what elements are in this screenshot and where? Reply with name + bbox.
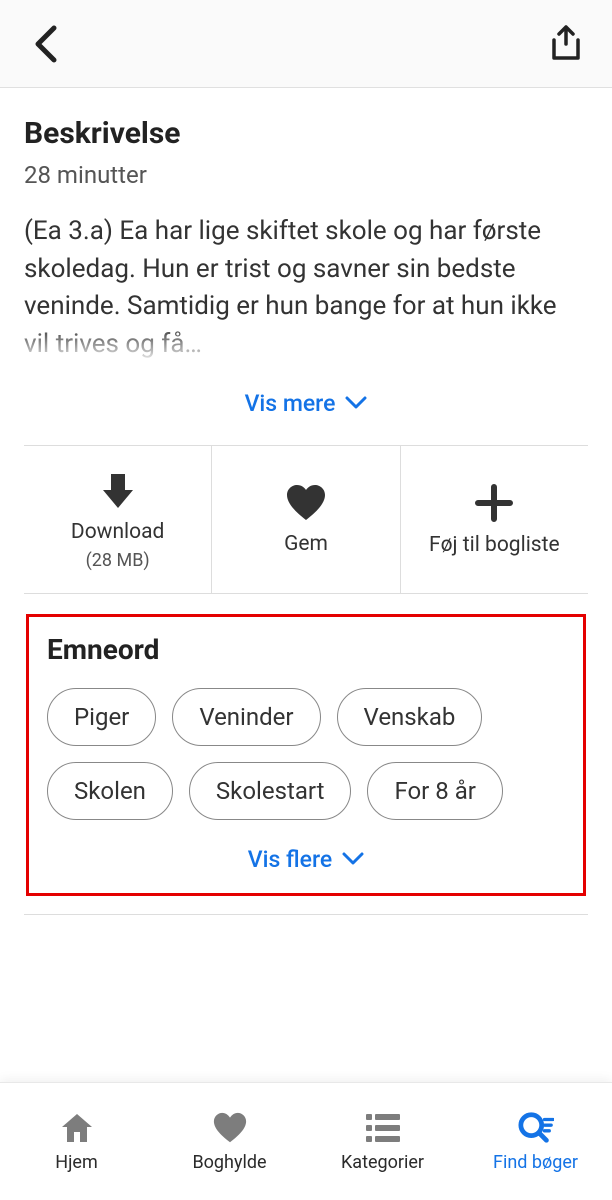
heart-icon bbox=[285, 484, 327, 522]
download-label: Download bbox=[71, 520, 165, 544]
tags-list: Piger Veninder Venskab Skolen Skolestart… bbox=[43, 688, 569, 820]
actions-row: Download (28 MB) Gem Føj til bogliste bbox=[24, 445, 588, 594]
duration-label: 28 minutter bbox=[24, 161, 588, 189]
description-title: Beskrivelse bbox=[24, 116, 588, 151]
back-button[interactable] bbox=[22, 20, 70, 68]
separator bbox=[24, 914, 588, 915]
save-button[interactable]: Gem bbox=[212, 446, 400, 593]
chevron-down-icon bbox=[345, 396, 367, 410]
show-more-tags-label: Vis flere bbox=[248, 846, 332, 873]
top-bar bbox=[0, 0, 612, 88]
tag-chip[interactable]: Piger bbox=[47, 688, 156, 746]
tags-section: Emneord Piger Veninder Venskab Skolen Sk… bbox=[26, 614, 586, 896]
nav-find-books-label: Find bøger bbox=[493, 1152, 578, 1173]
bottom-nav: Hjem Boghylde Kategorier Find bøger bbox=[0, 1082, 612, 1200]
share-button[interactable] bbox=[542, 20, 590, 68]
chevron-left-icon bbox=[32, 24, 60, 64]
save-label: Gem bbox=[284, 532, 328, 556]
tag-chip[interactable]: Veninder bbox=[172, 688, 320, 746]
list-icon bbox=[366, 1114, 400, 1142]
tags-title: Emneord bbox=[47, 633, 569, 666]
nav-shelf[interactable]: Boghylde bbox=[153, 1083, 306, 1200]
nav-home[interactable]: Hjem bbox=[0, 1083, 153, 1200]
chevron-down-icon bbox=[342, 852, 364, 866]
nav-categories-label: Kategorier bbox=[341, 1152, 424, 1173]
home-icon bbox=[60, 1112, 94, 1144]
show-more-description-button[interactable]: Vis mere bbox=[24, 390, 588, 417]
show-more-tags-button[interactable]: Vis flere bbox=[43, 846, 569, 873]
download-icon bbox=[99, 470, 137, 510]
content-area: Beskrivelse 28 minutter (Ea 3.a) Ea har … bbox=[0, 88, 612, 896]
nav-home-label: Hjem bbox=[55, 1152, 97, 1173]
plus-icon bbox=[474, 483, 514, 523]
add-to-list-label: Føj til bogliste bbox=[429, 533, 560, 557]
tag-chip[interactable]: Skolestart bbox=[189, 762, 352, 820]
nav-find-books[interactable]: Find bøger bbox=[459, 1083, 612, 1200]
tag-chip[interactable]: Venskab bbox=[337, 688, 483, 746]
nav-shelf-label: Boghylde bbox=[192, 1152, 266, 1173]
nav-categories[interactable]: Kategorier bbox=[306, 1083, 459, 1200]
tag-chip[interactable]: Skolen bbox=[47, 762, 173, 820]
add-to-list-button[interactable]: Føj til bogliste bbox=[401, 446, 588, 593]
share-icon bbox=[548, 24, 584, 64]
download-size-label: (28 MB) bbox=[86, 550, 150, 571]
tag-chip[interactable]: For 8 år bbox=[367, 762, 502, 820]
heart-icon bbox=[212, 1111, 248, 1145]
search-icon bbox=[518, 1111, 554, 1145]
description-text: (Ea 3.a) Ea har lige skiftet skole og ha… bbox=[24, 213, 588, 364]
download-button[interactable]: Download (28 MB) bbox=[24, 446, 212, 593]
show-more-description-label: Vis mere bbox=[245, 390, 336, 417]
